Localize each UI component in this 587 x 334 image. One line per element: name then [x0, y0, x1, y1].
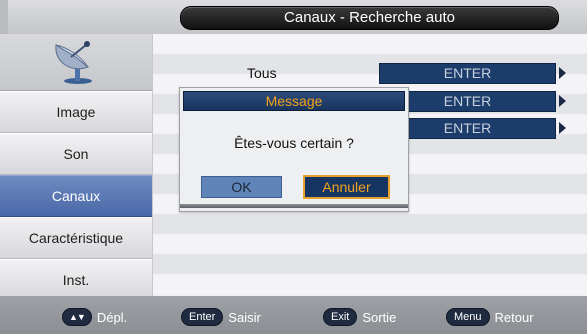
- sidebar-item-image[interactable]: Image: [0, 91, 152, 133]
- sidebar-item-label: Image: [56, 104, 96, 120]
- satellite-dish-icon: [55, 41, 92, 84]
- dialog-message: Êtes-vous certain ?: [234, 135, 354, 151]
- page-title: Canaux - Recherche auto: [180, 6, 559, 30]
- logo-panel: [0, 34, 152, 91]
- header-bar: Canaux - Recherche auto: [0, 0, 587, 34]
- dialog-bottom-bar: [180, 204, 408, 208]
- hint-label: Saisir: [228, 309, 261, 325]
- chevron-right-icon: [559, 122, 566, 134]
- exit-key-icon: Exit: [323, 308, 358, 326]
- chevron-right-icon: [559, 95, 566, 107]
- menu-key-icon: Menu: [446, 308, 490, 326]
- header-corner: [0, 0, 8, 34]
- hint-navigate: ▲▼ Dépl.: [62, 308, 127, 326]
- sidebar-item-label: Caractéristique: [28, 230, 124, 246]
- hint-label: Dépl.: [96, 309, 128, 325]
- row-band: [153, 234, 587, 254]
- chevron-right-icon: [559, 67, 566, 79]
- ok-button[interactable]: OK: [201, 176, 282, 198]
- row-label-tous: Tous: [247, 65, 277, 81]
- hint-enter: Enter Saisir: [181, 308, 261, 326]
- sidebar-item-label: Canaux: [51, 188, 101, 204]
- row-band: [153, 274, 587, 294]
- dialog-title: Message: [183, 91, 405, 111]
- hint-menu: Menu Retour: [446, 308, 534, 326]
- enter-key-icon: Enter: [181, 308, 224, 326]
- sidebar: Image Son Canaux Caractéristique Inst.: [0, 34, 153, 301]
- hint-label: Sortie: [362, 309, 397, 325]
- enter-button-row1[interactable]: ENTER: [379, 63, 556, 84]
- footer-bar: ▲▼ Dépl. Enter Saisir Exit Sortie Menu R…: [0, 296, 587, 334]
- row-band: [153, 254, 587, 274]
- hint-exit: Exit Sortie: [323, 308, 396, 326]
- row-band: [153, 34, 587, 54]
- sidebar-item-canaux[interactable]: Canaux: [0, 175, 152, 217]
- row-band: [153, 214, 587, 234]
- sidebar-item-label: Inst.: [62, 272, 90, 288]
- confirm-dialog: Message Êtes-vous certain ? OK Annuler: [179, 87, 409, 212]
- sidebar-item-caracteristique[interactable]: Caractéristique: [0, 217, 152, 259]
- hint-label: Retour: [494, 309, 534, 325]
- tv-menu-screen: Canaux - Recherche auto Image Son Canaux…: [0, 0, 587, 334]
- up-down-key-icon: ▲▼: [62, 308, 92, 326]
- sidebar-item-son[interactable]: Son: [0, 133, 152, 175]
- cancel-button[interactable]: Annuler: [303, 175, 390, 199]
- sidebar-item-label: Son: [63, 146, 89, 162]
- sidebar-item-inst[interactable]: Inst.: [0, 259, 152, 301]
